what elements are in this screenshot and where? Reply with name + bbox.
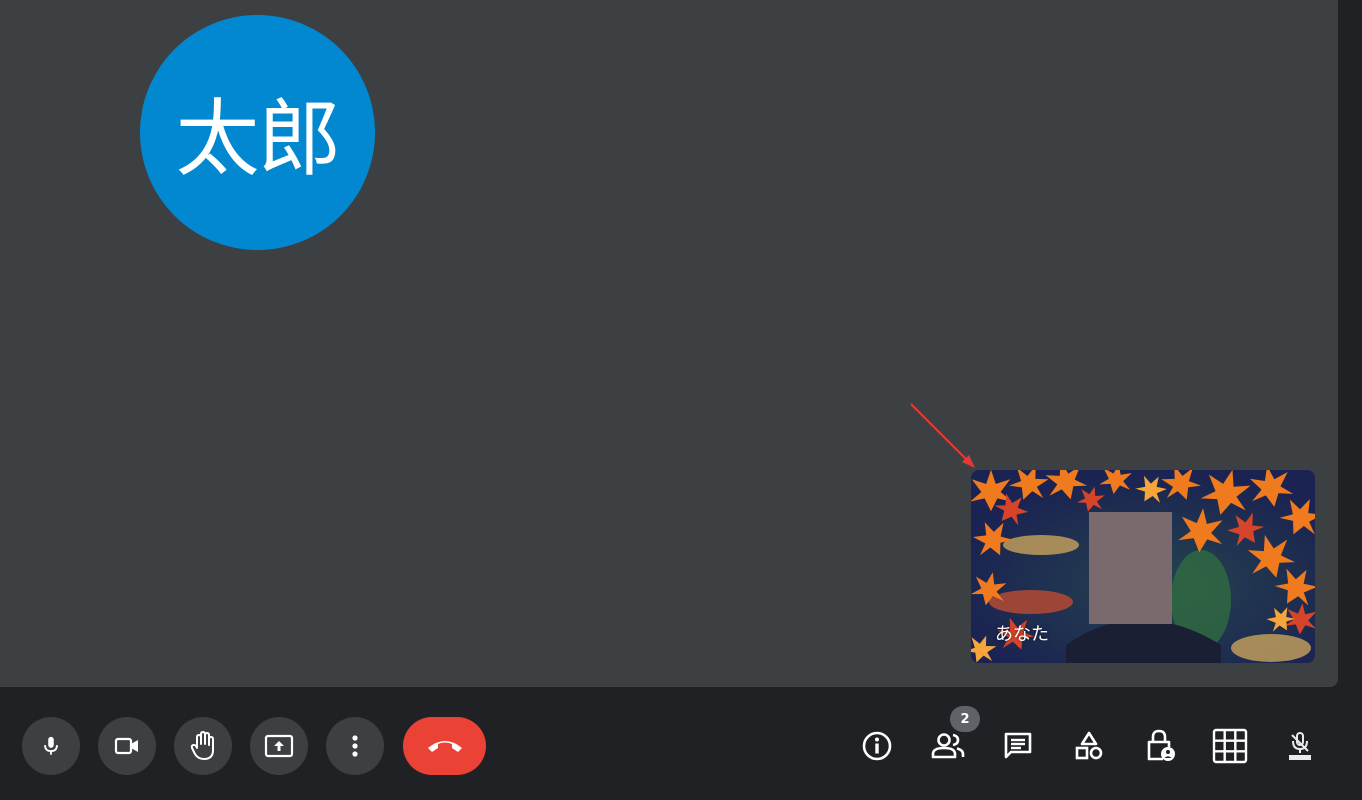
participant-avatar: 太郎 bbox=[140, 15, 375, 250]
main-stage: 太郎 あなた bbox=[0, 0, 1338, 687]
chat-icon bbox=[1004, 732, 1032, 759]
lock-person-icon bbox=[1147, 729, 1175, 761]
grid-icon bbox=[1212, 728, 1248, 764]
meet-window: 太郎 あなた 2 bbox=[0, 0, 1362, 800]
info-icon bbox=[862, 731, 892, 761]
meeting-details-button[interactable] bbox=[857, 726, 897, 766]
self-view-tile[interactable]: あなた bbox=[971, 470, 1315, 663]
hand-icon bbox=[190, 731, 214, 760]
host-controls-button[interactable] bbox=[1140, 726, 1180, 766]
raise-hand-button[interactable] bbox=[174, 717, 232, 775]
layout-button[interactable] bbox=[1210, 726, 1250, 766]
present-button[interactable] bbox=[250, 717, 308, 775]
people-count-badge: 2 bbox=[950, 706, 980, 732]
mic-icon bbox=[44, 736, 58, 755]
annotation-arrow bbox=[910, 403, 975, 468]
more-vert-icon bbox=[352, 735, 358, 757]
camera-button[interactable] bbox=[98, 717, 156, 775]
chat-button[interactable] bbox=[998, 726, 1038, 766]
activities-icon bbox=[1075, 731, 1103, 760]
activities-button[interactable] bbox=[1069, 726, 1109, 766]
microphone-button[interactable] bbox=[22, 717, 80, 775]
captions-mic-icon bbox=[1289, 732, 1311, 760]
present-icon bbox=[264, 734, 294, 758]
people-button[interactable] bbox=[928, 726, 968, 766]
videocam-icon bbox=[114, 737, 138, 755]
people-icon bbox=[931, 733, 965, 759]
captions-button[interactable] bbox=[1280, 726, 1320, 766]
leave-call-button[interactable] bbox=[403, 717, 486, 775]
self-view-name: あなた bbox=[995, 624, 1049, 645]
more-options-button[interactable] bbox=[326, 717, 384, 775]
call-end-icon bbox=[427, 741, 462, 752]
avatar-initials: 太郎 bbox=[175, 90, 341, 188]
